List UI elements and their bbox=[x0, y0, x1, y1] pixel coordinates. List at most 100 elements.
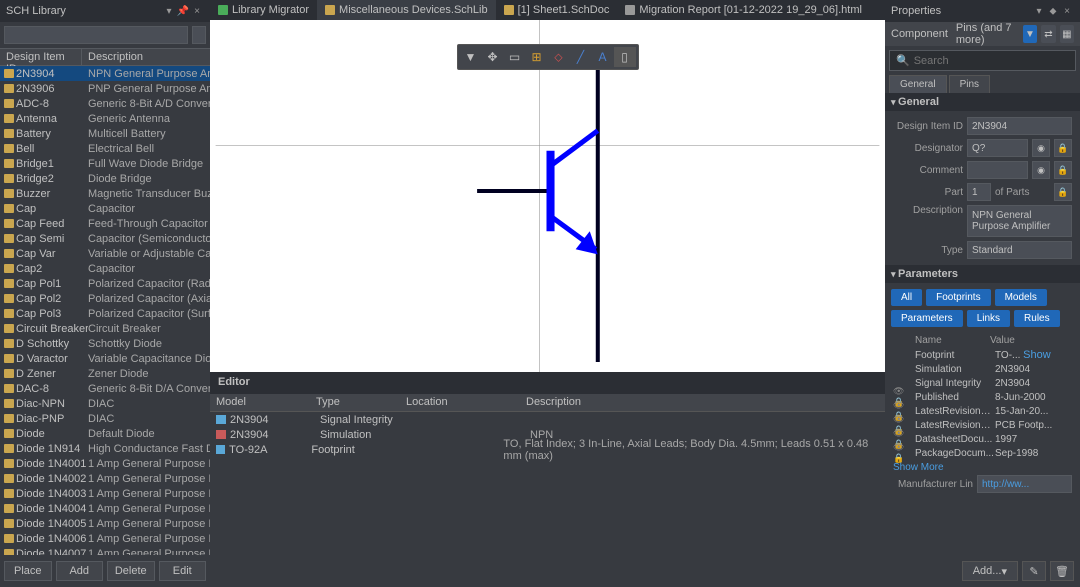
select-type[interactable]: Standard bbox=[967, 241, 1072, 259]
library-item[interactable]: D SchottkySchottky Diode bbox=[0, 336, 210, 351]
param-row[interactable]: FootprintTO-... Show bbox=[885, 348, 1080, 362]
snap-icon[interactable]: ⬦ bbox=[548, 47, 570, 67]
editor-row[interactable]: 2N3904Signal Integrity bbox=[210, 412, 885, 427]
close-icon[interactable]: × bbox=[1060, 6, 1074, 17]
param-row[interactable]: 👁 🔒PackageDocum...Sep-1998 bbox=[885, 446, 1080, 460]
filter-button[interactable] bbox=[192, 26, 206, 44]
input-comment[interactable] bbox=[967, 161, 1028, 179]
input-designator[interactable]: Q? bbox=[967, 139, 1028, 157]
input-design-item-id[interactable]: 2N3904 bbox=[967, 117, 1072, 135]
document-tab[interactable]: Miscellaneous Devices.SchLib bbox=[317, 0, 496, 20]
library-item[interactable]: Cap FeedFeed-Through Capacitor bbox=[0, 216, 210, 231]
col-description[interactable]: Description bbox=[520, 394, 587, 411]
library-item[interactable]: Circuit BreakerCircuit Breaker bbox=[0, 321, 210, 336]
library-item[interactable]: Diode 1N40031 Amp General Purpose Rectif… bbox=[0, 486, 210, 501]
search-box[interactable]: 🔍 bbox=[889, 50, 1076, 71]
library-item[interactable]: BuzzerMagnetic Transducer Buzzer bbox=[0, 186, 210, 201]
param-row[interactable]: Simulation2N3904 bbox=[885, 362, 1080, 376]
pin-icon[interactable]: 📌 bbox=[176, 6, 190, 17]
grid-icon[interactable]: ⊞ bbox=[526, 47, 548, 67]
library-item[interactable]: BellElectrical Bell bbox=[0, 141, 210, 156]
library-item[interactable]: Cap VarVariable or Adjustable Capacito bbox=[0, 246, 210, 261]
edit-icon[interactable]: ✎ bbox=[1022, 561, 1046, 581]
library-item[interactable]: 2N3904NPN General Purpose Amplifier bbox=[0, 66, 210, 81]
library-item[interactable]: Diode 1N40071 Amp General Purpose Rectif… bbox=[0, 546, 210, 555]
library-item[interactable]: Cap Pol3Polarized Capacitor (Surface M bbox=[0, 306, 210, 321]
rect-icon[interactable]: ▭ bbox=[504, 47, 526, 67]
editor-row[interactable]: TO-92AFootprintTO, Flat Index; 3 In-Line… bbox=[210, 442, 885, 457]
param-row[interactable]: Signal Integrity2N3904 bbox=[885, 376, 1080, 390]
param-row[interactable]: 👁 🔒Published8-Jun-2000 bbox=[885, 390, 1080, 404]
line-icon[interactable]: ╱ bbox=[570, 47, 592, 67]
document-tab[interactable]: Migration Report [01-12-2022 19_29_06].h… bbox=[617, 0, 870, 20]
filter-input[interactable] bbox=[4, 26, 188, 44]
library-item[interactable]: Diode 1N40041 Amp General Purpose Rectif… bbox=[0, 501, 210, 516]
library-item[interactable]: 2N3906PNP General Purpose Amplifier bbox=[0, 81, 210, 96]
schematic-canvas[interactable]: ▼ ✥ ▭ ⊞ ⬦ ╱ A ▯ bbox=[210, 20, 885, 372]
move-icon[interactable]: ✥ bbox=[482, 47, 504, 67]
library-item[interactable]: Diode 1N914High Conductance Fast Diode bbox=[0, 441, 210, 456]
library-item[interactable]: Cap Pol1Polarized Capacitor (Radial) bbox=[0, 276, 210, 291]
library-item[interactable]: D ZenerZener Diode bbox=[0, 366, 210, 381]
filter-pill[interactable]: Footprints bbox=[926, 289, 990, 306]
tab-general[interactable]: General bbox=[889, 75, 947, 93]
dropdown-icon[interactable]: ▾ bbox=[1032, 6, 1046, 17]
library-item[interactable]: Diode 1N40021 Amp General Purpose Rectif… bbox=[0, 471, 210, 486]
filter-pill[interactable]: Parameters bbox=[891, 310, 963, 327]
section-parameters[interactable]: Parameters bbox=[885, 265, 1080, 283]
library-item[interactable]: Cap SemiCapacitor (Semiconductor SIM bbox=[0, 231, 210, 246]
col-location[interactable]: Location bbox=[400, 394, 520, 411]
edit-button[interactable]: Edit bbox=[159, 561, 207, 581]
add-button[interactable]: Add... ▾ bbox=[962, 561, 1018, 581]
library-item[interactable]: Cap2Capacitor bbox=[0, 261, 210, 276]
tab-pins[interactable]: Pins bbox=[949, 75, 990, 93]
section-general[interactable]: General bbox=[885, 93, 1080, 111]
visibility-icon[interactable]: ◉ bbox=[1032, 161, 1050, 179]
library-item[interactable]: D VaractorVariable Capacitance Diode bbox=[0, 351, 210, 366]
lock-icon[interactable]: 🔒 bbox=[1054, 139, 1072, 157]
swap-icon[interactable]: ⇄ bbox=[1041, 25, 1055, 43]
grid-icon[interactable]: ▦ bbox=[1060, 25, 1074, 43]
param-row[interactable]: 👁 🔒LatestRevisionN...PCB Footp... bbox=[885, 418, 1080, 432]
link-manufacturer[interactable]: http://ww... bbox=[977, 475, 1072, 493]
filter-pill[interactable]: Links bbox=[967, 310, 1010, 327]
place-button[interactable]: Place bbox=[4, 561, 52, 581]
document-tab[interactable]: Library Migrator bbox=[210, 0, 317, 20]
show-more-link[interactable]: Show More bbox=[885, 460, 1080, 475]
filter-pill[interactable]: Models bbox=[995, 289, 1047, 306]
filter-pill[interactable]: All bbox=[891, 289, 922, 306]
library-item[interactable]: Bridge1Full Wave Diode Bridge bbox=[0, 156, 210, 171]
library-item[interactable]: BatteryMulticell Battery bbox=[0, 126, 210, 141]
filter-pill[interactable]: Rules bbox=[1014, 310, 1060, 327]
visibility-icon[interactable]: ◉ bbox=[1032, 139, 1050, 157]
library-item[interactable]: CapCapacitor bbox=[0, 201, 210, 216]
dropdown-icon[interactable]: ▾ bbox=[162, 6, 176, 17]
library-item[interactable]: Diac-PNPDIAC bbox=[0, 411, 210, 426]
library-item[interactable]: Bridge2Diode Bridge bbox=[0, 171, 210, 186]
lock-icon[interactable]: 🔒 bbox=[1054, 183, 1072, 201]
text-icon[interactable]: A bbox=[592, 47, 614, 67]
library-item[interactable]: Cap Pol2Polarized Capacitor (Axial) bbox=[0, 291, 210, 306]
col-desc[interactable]: Description bbox=[82, 49, 149, 65]
col-model[interactable]: Model bbox=[210, 394, 310, 411]
delete-button[interactable]: Delete bbox=[107, 561, 155, 581]
input-part[interactable]: 1 bbox=[967, 183, 991, 201]
input-description[interactable]: NPN General Purpose Amplifier bbox=[967, 205, 1072, 237]
col-type[interactable]: Type bbox=[310, 394, 400, 411]
library-item[interactable]: Diac-NPNDIAC bbox=[0, 396, 210, 411]
library-item[interactable]: Diode 1N40061 Amp General Purpose Rectif… bbox=[0, 531, 210, 546]
add-button[interactable]: Add bbox=[56, 561, 104, 581]
library-item[interactable]: DiodeDefault Diode bbox=[0, 426, 210, 441]
library-item[interactable]: AntennaGeneric Antenna bbox=[0, 111, 210, 126]
param-row[interactable]: 👁 🔒LatestRevisionD...15-Jan-20... bbox=[885, 404, 1080, 418]
library-item[interactable]: DAC-8Generic 8-Bit D/A Converter bbox=[0, 381, 210, 396]
pin-icon[interactable]: ⬥ bbox=[1046, 6, 1060, 17]
place-icon[interactable]: ▯ bbox=[614, 47, 636, 67]
close-icon[interactable]: × bbox=[190, 6, 204, 17]
search-input[interactable] bbox=[914, 55, 1069, 67]
param-row[interactable]: 👁 🔒DatasheetDocu...1997 bbox=[885, 432, 1080, 446]
delete-icon[interactable]: 🗑 bbox=[1050, 561, 1074, 581]
lock-icon[interactable]: 🔒 bbox=[1054, 161, 1072, 179]
library-item[interactable]: ADC-8Generic 8-Bit A/D Converter bbox=[0, 96, 210, 111]
col-id[interactable]: Design Item ID bbox=[0, 49, 82, 65]
